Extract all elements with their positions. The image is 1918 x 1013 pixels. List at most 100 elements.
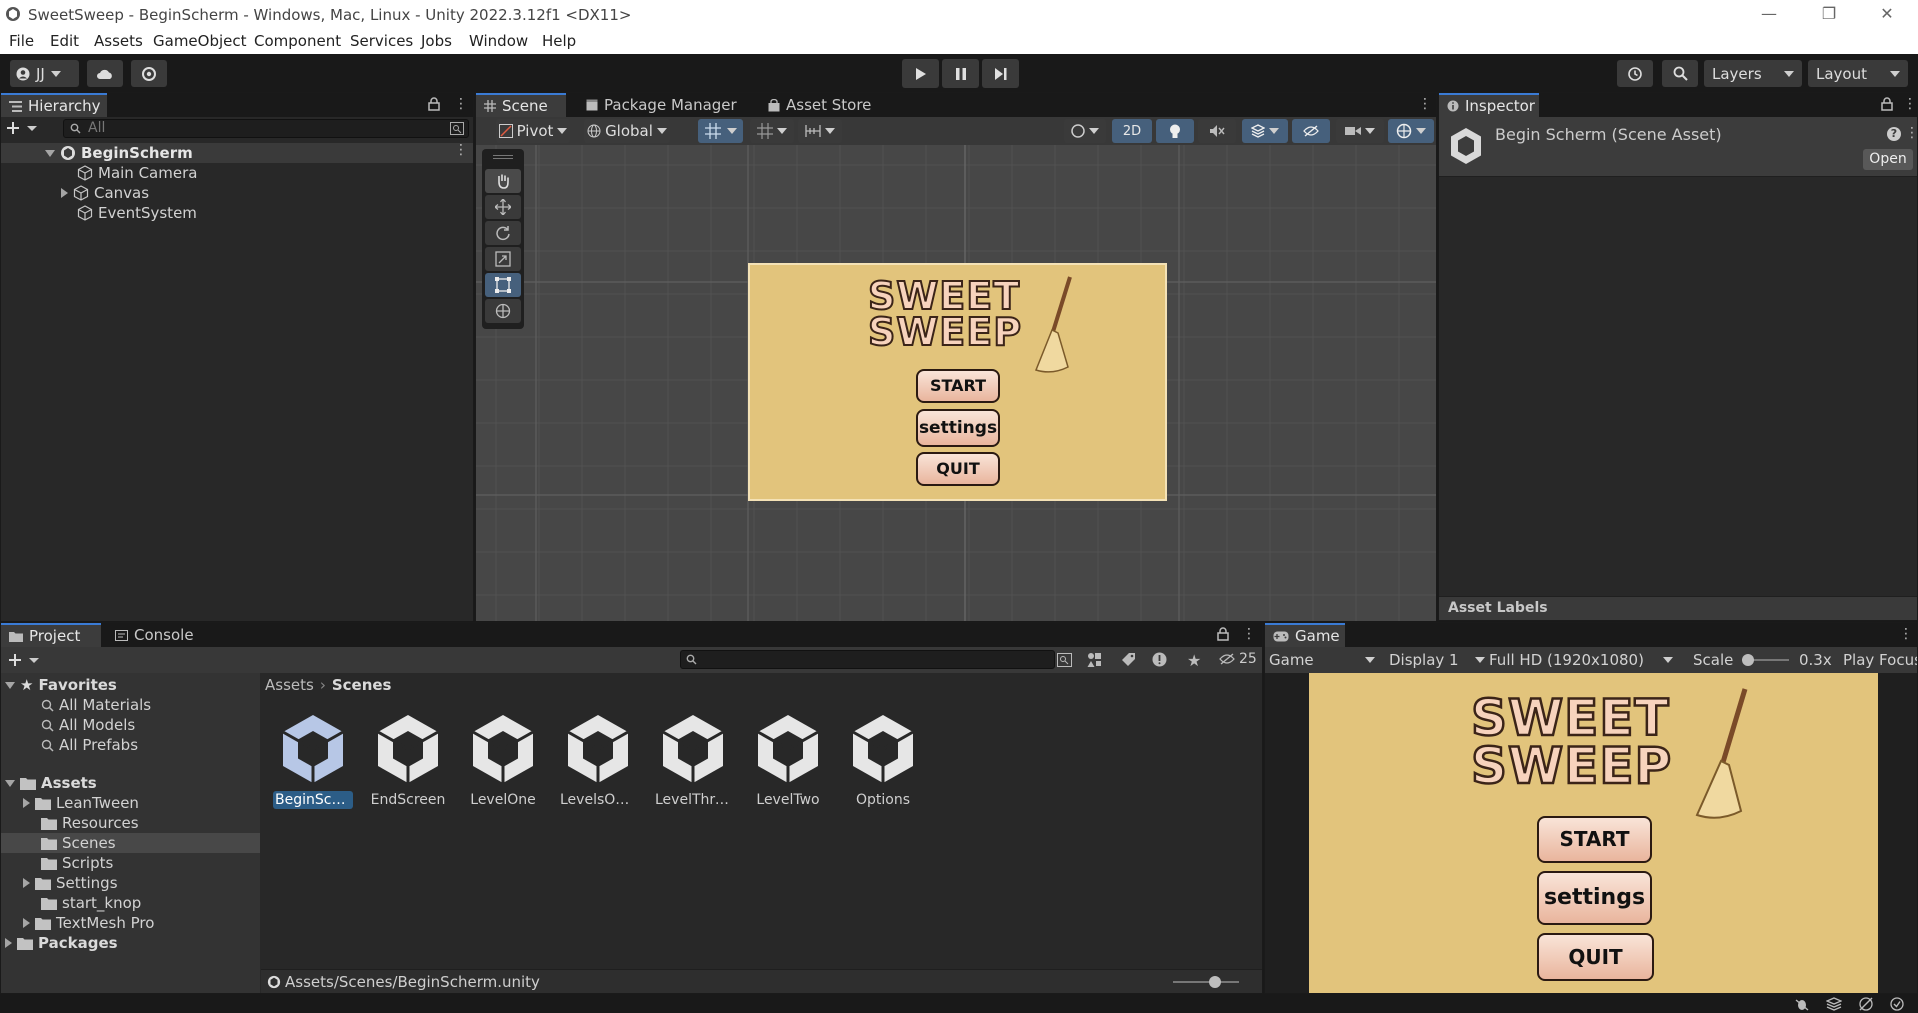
asset-options[interactable]: Options xyxy=(843,713,923,809)
tab-scene[interactable]: Scene xyxy=(476,93,566,117)
tab-asset-store[interactable]: Asset Store xyxy=(760,93,879,117)
resolution-dropdown[interactable]: Full HD (1920x1080) xyxy=(1489,650,1677,670)
tree-row-canvas[interactable]: Canvas xyxy=(61,183,149,203)
menu-window[interactable]: Window xyxy=(469,32,528,50)
asset-labels-bar[interactable]: Asset Labels xyxy=(1439,596,1917,620)
collapse-arrow-icon[interactable] xyxy=(23,918,30,928)
collapse-arrow-icon[interactable] xyxy=(23,798,30,808)
collapse-arrow-icon[interactable] xyxy=(23,878,30,888)
display-dropdown[interactable]: Display 1 xyxy=(1389,650,1489,670)
tab-package-manager[interactable]: Package Manager xyxy=(578,93,745,117)
favorite-all-materials[interactable]: All Materials xyxy=(41,695,151,715)
menu-help[interactable]: Help xyxy=(542,32,576,50)
tab-hierarchy[interactable]: Hierarchy xyxy=(1,93,107,117)
more-options-icon[interactable]: ⋮ xyxy=(1418,97,1432,111)
asset-levelthree[interactable]: LevelThree xyxy=(653,713,733,809)
progress-check-icon[interactable] xyxy=(1890,997,1904,1011)
play-focus-dropdown[interactable]: Play Focus xyxy=(1843,651,1917,669)
game-viewport[interactable]: SWEET SWEEP START settings QUIT xyxy=(1265,673,1917,993)
asset-levelone[interactable]: LevelOne xyxy=(463,713,543,809)
more-options-icon[interactable]: ⋮ xyxy=(1242,627,1256,641)
transform-tool[interactable] xyxy=(485,299,521,323)
icon-size-slider[interactable] xyxy=(1173,981,1239,983)
expand-arrow-icon[interactable] xyxy=(45,149,55,157)
scale-slider-thumb[interactable] xyxy=(1741,654,1754,666)
tree-row-scene[interactable]: BeginScherm xyxy=(1,143,473,163)
minimize-button[interactable]: — xyxy=(1746,3,1792,27)
pivot-toggle[interactable]: Pivot xyxy=(496,119,570,143)
folder-scripts[interactable]: Scripts xyxy=(41,853,113,873)
menu-assets[interactable]: Assets xyxy=(94,32,143,50)
tree-row-main-camera[interactable]: Main Camera xyxy=(77,163,197,183)
asset-leveltwo[interactable]: LevelTwo xyxy=(748,713,828,809)
hidden-packages-icon[interactable] xyxy=(1219,653,1235,665)
scene-visibility-toggle[interactable] xyxy=(1292,119,1330,143)
folder-textmesh-pro[interactable]: TextMesh Pro xyxy=(23,913,154,933)
menu-edit[interactable]: Edit xyxy=(50,32,79,50)
debug-bug-icon[interactable] xyxy=(1794,997,1810,1011)
breadcrumb-scenes[interactable]: Scenes xyxy=(332,676,392,694)
tab-inspector[interactable]: Inspector xyxy=(1439,93,1539,117)
favorite-star-icon[interactable]: ★ xyxy=(1187,651,1201,670)
cloud-button[interactable] xyxy=(87,60,123,87)
draw-mode-button[interactable] xyxy=(1064,119,1106,143)
network-off-icon[interactable] xyxy=(1858,997,1874,1011)
project-search-input[interactable] xyxy=(680,650,1055,669)
move-tool[interactable] xyxy=(485,195,521,219)
help-icon[interactable]: ? xyxy=(1887,127,1901,141)
scene-options-icon[interactable]: ⋮ xyxy=(454,143,468,157)
more-options-icon[interactable]: ⋮ xyxy=(1903,97,1917,111)
menu-gameobject[interactable]: GameObject xyxy=(153,32,247,50)
global-toggle[interactable]: Global xyxy=(584,119,670,143)
label-tag-icon[interactable] xyxy=(1121,652,1136,667)
increment-snap-button[interactable] xyxy=(750,119,794,143)
tab-project[interactable]: Project xyxy=(1,623,101,647)
game-settings-button[interactable]: settings xyxy=(1537,871,1652,925)
maximize-button[interactable]: ❐ xyxy=(1806,3,1852,27)
menu-file[interactable]: File xyxy=(9,32,34,50)
cache-server-icon[interactable] xyxy=(1826,997,1842,1011)
effects-toggle[interactable] xyxy=(1242,119,1288,143)
pause-button[interactable] xyxy=(942,59,979,88)
account-dropdown[interactable]: JJ xyxy=(10,60,79,87)
expand-arrow-icon[interactable] xyxy=(5,779,15,787)
more-options-icon[interactable]: ⋮ xyxy=(1899,627,1913,641)
close-button[interactable]: ✕ xyxy=(1864,3,1910,27)
hierarchy-search-input[interactable]: All xyxy=(63,119,469,138)
gizmos-button[interactable] xyxy=(1388,119,1434,143)
folder-scenes[interactable]: Scenes xyxy=(1,833,260,853)
collapse-arrow-icon[interactable] xyxy=(5,938,12,948)
collapse-arrow-icon[interactable] xyxy=(61,188,68,198)
layout-dropdown[interactable]: Layout xyxy=(1808,60,1908,87)
layers-dropdown[interactable]: Layers xyxy=(1704,60,1802,87)
rect-tool[interactable] xyxy=(485,273,521,297)
menu-jobs[interactable]: Jobs xyxy=(421,32,452,50)
lock-icon[interactable] xyxy=(428,97,440,111)
grid-snapping-button[interactable] xyxy=(698,119,743,143)
tab-console[interactable]: Console xyxy=(107,623,202,647)
scene-search-icon[interactable] xyxy=(450,122,464,135)
favorites-row[interactable]: ★ Favorites xyxy=(5,675,117,695)
favorite-all-prefabs[interactable]: All Prefabs xyxy=(41,735,138,755)
folder-settings[interactable]: Settings xyxy=(23,873,118,893)
asset-options-icon[interactable]: ⋮ xyxy=(1905,125,1918,141)
scale-tool[interactable] xyxy=(485,247,521,271)
asset-levelsoverview[interactable]: LevelsOve... xyxy=(558,713,638,809)
play-button[interactable] xyxy=(902,59,939,88)
menu-component[interactable]: Component xyxy=(254,32,341,50)
more-options-icon[interactable]: ⋮ xyxy=(454,97,468,111)
hand-tool[interactable] xyxy=(485,169,521,193)
audio-toggle[interactable] xyxy=(1198,119,1236,143)
assets-root-row[interactable]: Assets xyxy=(5,773,97,793)
collab-button[interactable] xyxy=(131,60,167,87)
favorite-all-models[interactable]: All Models xyxy=(41,715,135,735)
game-start-button[interactable]: START xyxy=(1537,816,1652,863)
undo-history-button[interactable] xyxy=(1617,60,1653,87)
scene-viewport[interactable]: SWEET SWEEP START settings QUIT xyxy=(476,145,1436,621)
asset-beginscherm[interactable]: BeginSche... xyxy=(273,713,353,809)
filter-by-type-icon[interactable] xyxy=(1087,652,1103,668)
tab-game[interactable]: Game xyxy=(1265,623,1345,647)
step-button[interactable] xyxy=(982,59,1019,88)
lock-icon[interactable] xyxy=(1217,627,1229,641)
scene-start-button[interactable]: START xyxy=(916,369,1000,403)
